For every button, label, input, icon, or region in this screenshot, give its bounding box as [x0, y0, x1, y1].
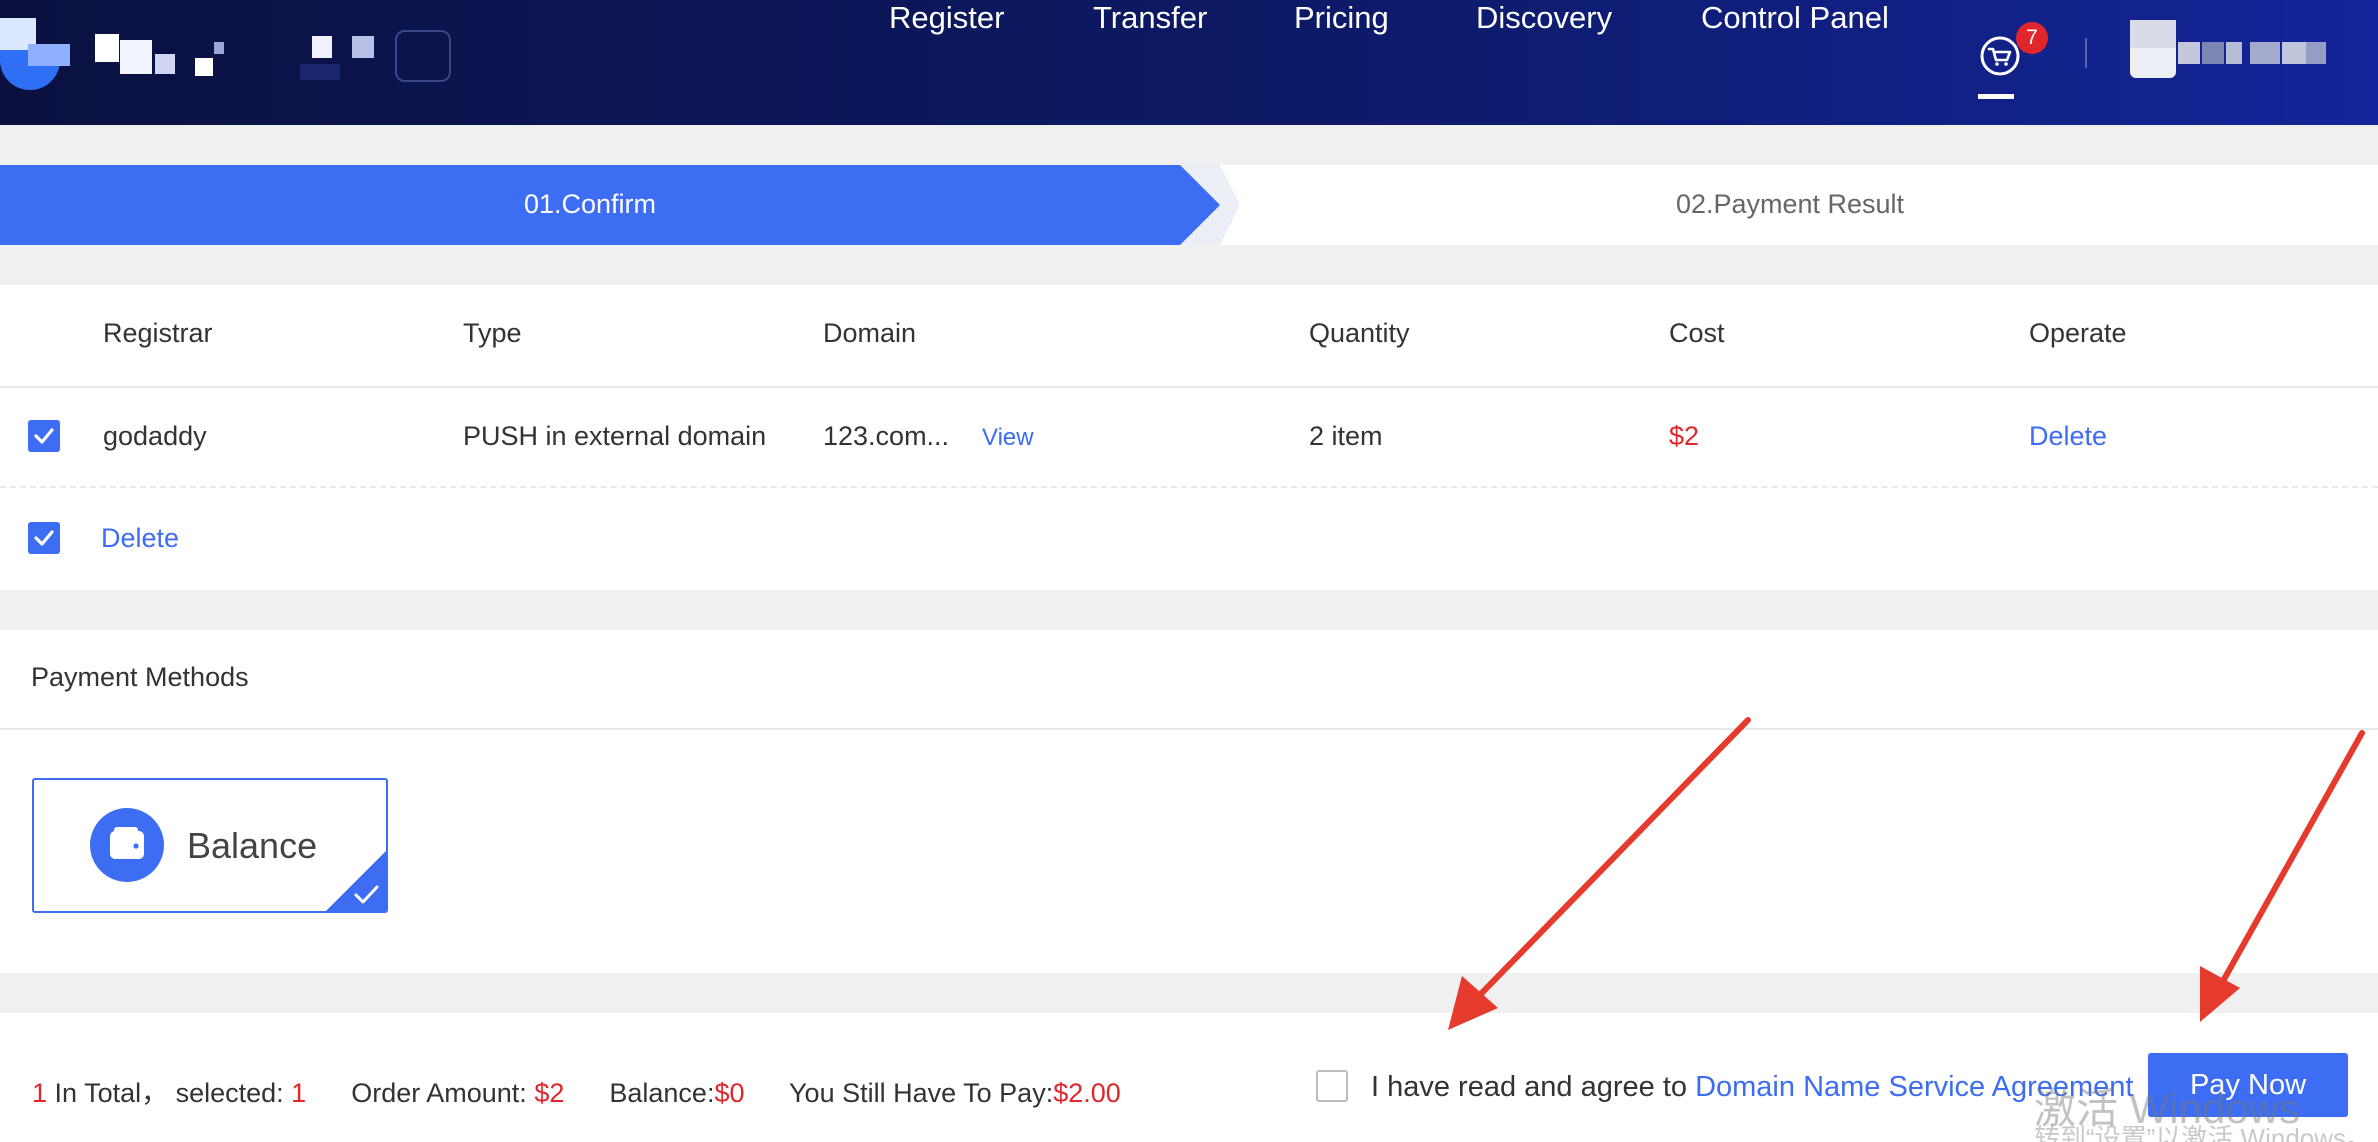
balance-value: $0	[714, 1078, 745, 1108]
cell-cost: $2	[1669, 421, 1700, 451]
row-delete-link[interactable]: Delete	[2029, 421, 2107, 452]
cell-quantity: 2 item	[1309, 421, 1383, 451]
row-divider	[0, 486, 2378, 488]
step-payment-result-label: 02.Payment Result	[1675, 189, 1905, 219]
agreement-link[interactable]: Domain Name Service Agreement	[1695, 1071, 2133, 1103]
cell-type: PUSH in external domain	[463, 421, 767, 451]
still-to-pay-value: $2.00	[1053, 1078, 1121, 1108]
total-label: In Total， selected:	[47, 1078, 292, 1108]
user-account-menu[interactable]	[2130, 20, 2330, 80]
selected-check-icon	[326, 851, 386, 911]
balance-label: Balance:	[609, 1078, 715, 1108]
selected-count: 1	[291, 1078, 307, 1108]
column-header-registrar: Registrar	[103, 318, 213, 348]
nav-register[interactable]: Register	[889, 0, 1004, 36]
cart-count-badge: 7	[2016, 22, 2048, 54]
view-domain-link[interactable]: View	[982, 424, 1034, 452]
column-header-cost: Cost	[1669, 318, 1725, 348]
nav-pricing[interactable]: Pricing	[1294, 0, 1389, 36]
order-steps: 01.Confirm 02.Payment Result	[0, 165, 2378, 245]
step-confirm-label: 01.Confirm	[523, 189, 657, 219]
order-summary: 1 In Total， selected: 1 Order Amount: $2…	[32, 1071, 1121, 1110]
row-checkbox[interactable]	[28, 420, 60, 452]
order-amount: $2	[534, 1078, 565, 1108]
nav-control-panel[interactable]: Control Panel	[1701, 0, 1889, 36]
column-header-domain: Domain	[823, 318, 917, 348]
cell-domain: 123.com...	[823, 421, 950, 451]
site-logo[interactable]	[0, 0, 460, 125]
payment-methods-title: Payment Methods	[31, 662, 249, 692]
balance-option-label: Balance	[187, 825, 318, 866]
header-divider-line	[0, 386, 2378, 388]
nav-transfer[interactable]: Transfer	[1093, 0, 1207, 36]
bulk-delete-link[interactable]: Delete	[101, 523, 179, 554]
payment-methods-panel: Payment Methods Balance	[0, 630, 2378, 973]
agreement-checkbox[interactable]	[1316, 1070, 1348, 1102]
step-confirm: 01.Confirm	[0, 165, 1240, 245]
cart-active-indicator	[1978, 94, 2014, 99]
still-to-pay-label: You Still Have To Pay:	[789, 1078, 1054, 1108]
column-header-type: Type	[463, 318, 522, 348]
order-table: Registrar Type Domain Quantity Cost Oper…	[0, 285, 2378, 590]
order-amount-label: Order Amount:	[351, 1078, 535, 1108]
agreement-text: I have read and agree to Domain Name Ser…	[1371, 1071, 2134, 1104]
top-header: Register Transfer Pricing Discovery Cont…	[0, 0, 2378, 125]
cell-registrar: godaddy	[103, 421, 207, 451]
header-divider	[2085, 38, 2087, 68]
wallet-icon	[90, 808, 164, 882]
column-header-quantity: Quantity	[1309, 318, 1410, 348]
nav-discovery[interactable]: Discovery	[1476, 0, 1612, 36]
agreement-prefix: I have read and agree to	[1371, 1071, 1696, 1103]
balance-payment-option[interactable]: Balance	[32, 778, 388, 913]
payment-divider	[0, 728, 2378, 730]
select-all-checkbox[interactable]	[28, 522, 60, 554]
column-header-operate: Operate	[2029, 318, 2127, 348]
order-summary-bar: 1 In Total， selected: 1 Order Amount: $2…	[0, 1013, 2378, 1142]
pay-now-button[interactable]: Pay Now	[2148, 1053, 2348, 1117]
total-count: 1	[32, 1078, 48, 1108]
